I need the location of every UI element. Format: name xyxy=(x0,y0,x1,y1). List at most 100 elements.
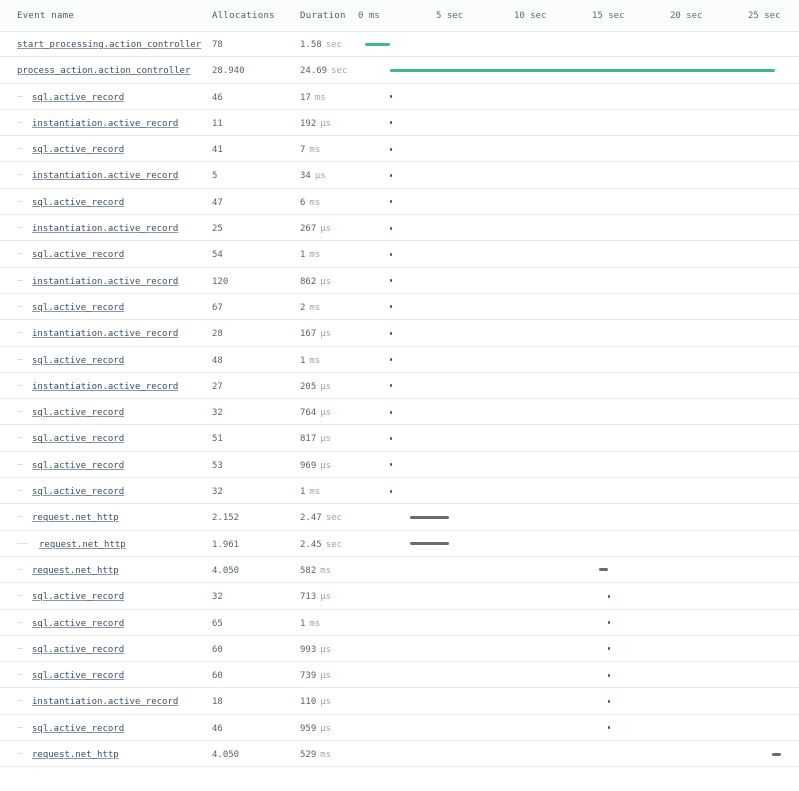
table-row[interactable]: — sql.active_record 32 1 ms xyxy=(0,478,799,505)
event-name-link[interactable]: instantiation.active_record xyxy=(32,697,178,707)
duration-number: 6 xyxy=(300,197,306,208)
column-header-duration[interactable]: Duration xyxy=(300,11,346,21)
timeline-bar[interactable] xyxy=(410,515,449,519)
timeline-bar[interactable] xyxy=(608,647,611,651)
timeline-bar[interactable] xyxy=(608,699,611,703)
timeline-bar[interactable] xyxy=(390,252,393,256)
table-row[interactable]: — request.net_http 4.050 582 ms xyxy=(0,557,799,584)
tree-connector: — xyxy=(17,670,23,681)
timeline-bar[interactable] xyxy=(390,463,393,467)
timeline-bar[interactable] xyxy=(390,358,393,362)
event-name-link[interactable]: sql.active_record xyxy=(32,356,124,366)
event-name-link[interactable]: request.net_http xyxy=(32,750,119,760)
table-row[interactable]: — sql.active_record 51 817 μs xyxy=(0,425,799,452)
timeline-bar[interactable] xyxy=(390,95,393,99)
table-row[interactable]: — request.net_http 2.152 2.47 sec xyxy=(0,504,799,531)
event-name-link[interactable]: sql.active_record xyxy=(32,408,124,418)
timeline-bar[interactable] xyxy=(390,331,393,335)
event-name-link[interactable]: sql.active_record xyxy=(32,592,124,602)
table-row[interactable]: — sql.active_record 67 2 ms xyxy=(0,294,799,321)
table-row[interactable]: — sql.active_record 41 7 ms xyxy=(0,136,799,163)
event-name-link[interactable]: sql.active_record xyxy=(32,487,124,497)
event-name-link[interactable]: sql.active_record xyxy=(32,303,124,313)
timeline-bar[interactable] xyxy=(390,305,393,309)
tree-connector: — xyxy=(17,144,23,155)
timeline-bar[interactable] xyxy=(390,173,393,177)
event-name-link[interactable]: instantiation.active_record xyxy=(32,277,178,287)
timeline-bar[interactable] xyxy=(772,752,782,756)
event-name-link[interactable]: sql.active_record xyxy=(32,724,124,734)
column-header-event-name[interactable]: Event name xyxy=(17,11,74,21)
table-row[interactable]: — sql.active_record 47 6 ms xyxy=(0,189,799,216)
event-name-link[interactable]: sql.active_record xyxy=(32,198,124,208)
table-row[interactable]: — sql.active_record 60 739 μs xyxy=(0,662,799,689)
duration-number: 34 xyxy=(300,171,311,182)
event-name-link[interactable]: sql.active_record xyxy=(32,645,124,655)
timeline-bar[interactable] xyxy=(608,673,611,677)
duration-value: 1 ms xyxy=(300,619,320,629)
duration-value: 582 ms xyxy=(300,566,331,576)
duration-value: 764 μs xyxy=(300,408,331,418)
table-row[interactable]: —— request.net_http 1.961 2.45 sec xyxy=(0,531,799,557)
table-row[interactable]: — sql.active_record 54 1 ms xyxy=(0,241,799,268)
allocations-value: 53 xyxy=(212,460,223,471)
event-name-link[interactable]: instantiation.active_record xyxy=(32,119,178,129)
timeline-bar[interactable] xyxy=(390,68,776,72)
tree-connector: — xyxy=(17,170,23,181)
table-row[interactable]: — sql.active_record 46 959 μs xyxy=(0,715,799,742)
event-name-link[interactable]: instantiation.active_record xyxy=(32,171,178,181)
timeline-bar[interactable] xyxy=(390,410,393,414)
timeline-bar[interactable] xyxy=(390,147,393,151)
table-row[interactable]: — instantiation.active_record 25 267 μs xyxy=(0,215,799,242)
table-row[interactable]: start_processing.action_controller 78 1.58… xyxy=(0,31,799,58)
timeline-bar[interactable] xyxy=(608,726,611,730)
table-row[interactable]: — sql.active_record 46 17 ms xyxy=(0,84,799,110)
event-name-link[interactable]: sql.active_record xyxy=(32,434,124,444)
timeline-bar[interactable] xyxy=(599,568,609,572)
duration-number: 2.47 xyxy=(300,513,322,524)
event-name-link[interactable]: sql.active_record xyxy=(32,619,124,629)
event-name-link[interactable]: sql.active_record xyxy=(32,461,124,471)
timeline-bar[interactable] xyxy=(390,436,393,440)
allocations-value: 65 xyxy=(212,618,223,629)
table-row[interactable]: — sql.active_record 32 713 μs xyxy=(0,583,799,610)
event-name-link[interactable]: request.net_http xyxy=(32,566,119,576)
event-name-link[interactable]: process_action.action_controller xyxy=(17,66,190,76)
event-name-link[interactable]: instantiation.active_record xyxy=(32,329,178,339)
table-row[interactable]: — instantiation.active_record 27 205 μs xyxy=(0,373,799,400)
table-row[interactable]: — instantiation.active_record 11 192 μs xyxy=(0,110,799,137)
allocations-value: 4.050 xyxy=(212,750,240,761)
timeline-bar[interactable] xyxy=(390,226,393,230)
allocations-value: 4.050 xyxy=(212,565,240,576)
timeline-bar[interactable] xyxy=(390,200,393,204)
event-name-link[interactable]: sql.active_record xyxy=(32,145,124,155)
timeline-bar[interactable] xyxy=(390,121,393,125)
table-row[interactable]: — sql.active_record 53 969 μs xyxy=(0,452,799,479)
event-name-link[interactable]: instantiation.active_record xyxy=(32,224,178,234)
table-row[interactable]: — instantiation.active_record 120 862 μs xyxy=(0,268,799,294)
event-name-link[interactable]: sql.active_record xyxy=(32,93,124,103)
table-row[interactable]: process_action.action_controller 28.940 24… xyxy=(0,57,799,84)
event-name-link[interactable]: instantiation.active_record xyxy=(32,382,178,392)
table-row[interactable]: — sql.active_record 65 1 ms xyxy=(0,610,799,636)
table-row[interactable]: — instantiation.active_record 5 34 μs xyxy=(0,162,799,189)
timeline-bar[interactable] xyxy=(390,279,393,283)
column-header-allocations[interactable]: Allocations xyxy=(212,11,275,21)
event-name-link[interactable]: start_processing.action_controller xyxy=(17,40,201,50)
table-row[interactable]: — instantiation.active_record 18 110 μs xyxy=(0,688,799,715)
timeline-bar[interactable] xyxy=(365,42,390,46)
timeline-bar[interactable] xyxy=(390,384,393,388)
table-row[interactable]: — sql.active_record 48 1 ms xyxy=(0,347,799,373)
timeline-bar[interactable] xyxy=(390,489,393,493)
timeline-bar[interactable] xyxy=(410,542,449,546)
timeline-bar[interactable] xyxy=(608,594,611,598)
event-name-link[interactable]: request.net_http xyxy=(39,540,126,550)
event-name-link[interactable]: request.net_http xyxy=(32,513,119,523)
table-row[interactable]: — request.net_http 4.050 529 ms xyxy=(0,741,799,768)
table-row[interactable]: — sql.active_record 32 764 μs xyxy=(0,399,799,426)
table-row[interactable]: — instantiation.active_record 28 167 μs xyxy=(0,320,799,347)
timeline-bar[interactable] xyxy=(608,621,611,625)
table-row[interactable]: — sql.active_record 60 993 μs xyxy=(0,636,799,663)
event-name-link[interactable]: sql.active_record xyxy=(32,671,124,681)
event-name-link[interactable]: sql.active_record xyxy=(32,250,124,260)
